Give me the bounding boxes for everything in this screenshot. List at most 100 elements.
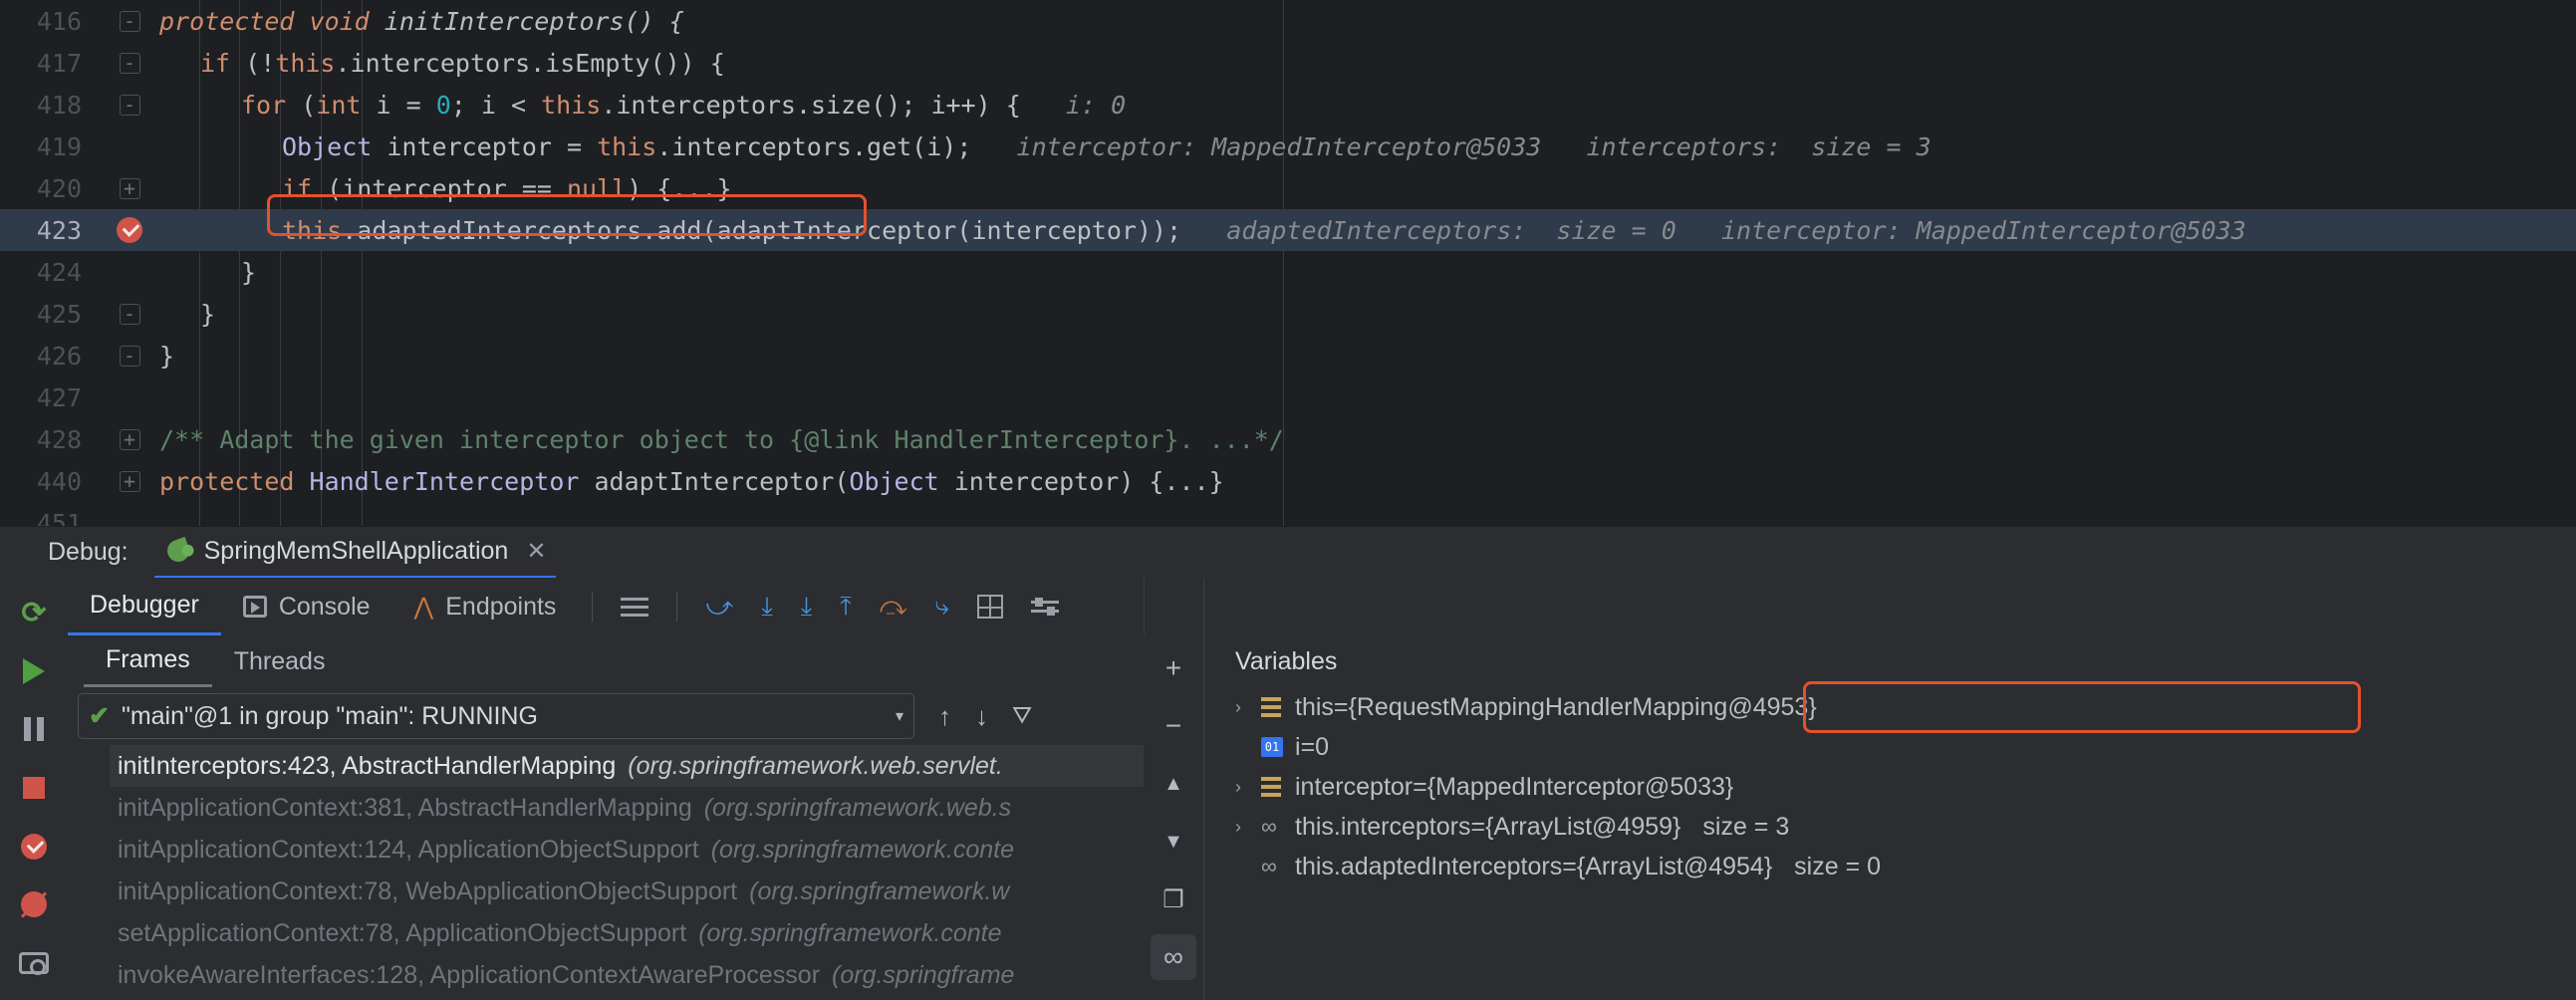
line-number: 428 xyxy=(0,425,100,454)
frame-list-item[interactable]: invokeAwareInterfaces:128, ApplicationCo… xyxy=(110,954,1154,996)
variable-row[interactable]: ›this = {RequestMappingHandlerMapping@49… xyxy=(1205,687,2576,727)
pause-program-button[interactable] xyxy=(11,708,57,751)
fold-icon[interactable]: - xyxy=(100,304,159,325)
frame-down-icon[interactable]: ↓ xyxy=(975,701,988,732)
run-to-cursor-icon[interactable]: ⤷ xyxy=(935,591,950,623)
frame-list-item[interactable]: setApplicationContext:78, ApplicationObj… xyxy=(110,912,1154,954)
step-out-icon[interactable]: ⤒ xyxy=(840,591,852,623)
tab-endpoints-label: Endpoints xyxy=(445,593,556,622)
spring-leaf-icon xyxy=(164,537,192,565)
frame-package: (org.springframework.w xyxy=(749,877,1009,906)
frame-method: initApplicationContext:381, AbstractHand… xyxy=(118,794,692,823)
chevron-down-icon[interactable]: ▾ xyxy=(896,706,903,726)
fold-icon[interactable]: + xyxy=(100,471,159,492)
fold-icon[interactable]: + xyxy=(100,178,159,199)
variable-row[interactable]: ›∞this.interceptors = {ArrayList@4959}si… xyxy=(1205,807,2576,847)
code-line[interactable]: 417-if (!this.interceptors.isEmpty()) { xyxy=(0,42,2576,84)
frame-list-item[interactable]: initApplicationContext:124, ApplicationO… xyxy=(110,829,1154,871)
code-text: if (!this.interceptors.isEmpty()) { xyxy=(159,49,2576,78)
variable-name: this xyxy=(1295,693,1334,722)
variables-list[interactable]: ›this = {RequestMappingHandlerMapping@49… xyxy=(1205,687,2576,886)
thread-running-check-icon: ✔ xyxy=(89,701,110,731)
fold-icon[interactable]: - xyxy=(100,95,159,116)
code-line[interactable]: 419 Object interceptor = this.interceptor… xyxy=(0,125,2576,167)
force-step-into-icon[interactable]: ⤓ xyxy=(801,591,813,623)
fold-icon[interactable]: - xyxy=(100,346,159,367)
move-up-button[interactable]: ▲ xyxy=(1151,761,1196,807)
frame-up-icon[interactable]: ↑ xyxy=(938,701,951,732)
frame-method: initApplicationContext:124, ApplicationO… xyxy=(118,836,699,865)
drop-frame-icon[interactable]: ⤼ xyxy=(880,591,907,623)
panel-divider-right[interactable] xyxy=(1203,578,1204,1000)
variable-name: interceptor xyxy=(1295,773,1413,802)
run-configuration-tab[interactable]: SpringMemShellApplication ✕ xyxy=(154,527,557,579)
chevron-right-icon[interactable]: › xyxy=(1235,697,1261,718)
view-breakpoints-button[interactable] xyxy=(11,825,57,868)
code-line[interactable]: 416-protected void initInterceptors() { xyxy=(0,0,2576,42)
variable-equals: = xyxy=(1301,733,1316,762)
chevron-right-icon[interactable]: › xyxy=(1235,817,1261,838)
fold-icon[interactable]: + xyxy=(100,429,159,450)
tab-endpoints[interactable]: ⋀ Endpoints xyxy=(392,578,579,635)
frame-list-item[interactable]: initInterceptors:423, AbstractHandlerMap… xyxy=(110,745,1154,787)
subtab-threads[interactable]: Threads xyxy=(212,635,348,687)
frame-package: (org.springframework.web.s xyxy=(704,794,1011,823)
line-number: 419 xyxy=(0,132,100,161)
code-line[interactable]: 418-for (int i = 0; i < this.interceptor… xyxy=(0,84,2576,125)
evaluate-expression-icon[interactable] xyxy=(977,595,1003,619)
variable-row[interactable]: ∞this.adaptedInterceptors = {ArrayList@4… xyxy=(1205,847,2576,886)
resume-program-button[interactable] xyxy=(11,650,57,693)
code-line[interactable]: 425-} xyxy=(0,293,2576,335)
layout-menu-icon[interactable] xyxy=(621,598,648,617)
structure-tool-stripe[interactable]: ructure xyxy=(0,880,30,1000)
watches-toggle-button[interactable]: ∞ xyxy=(1151,934,1196,980)
code-text: } xyxy=(159,300,2576,329)
add-watch-button[interactable]: + xyxy=(1151,645,1196,691)
variable-row[interactable]: 01i = 0 xyxy=(1205,727,2576,767)
tab-debugger[interactable]: Debugger xyxy=(68,578,221,635)
stop-button[interactable] xyxy=(11,767,57,810)
code-line[interactable]: 440+protected HandlerInterceptor adaptIn… xyxy=(0,460,2576,502)
step-into-icon[interactable]: ⤓ xyxy=(761,591,773,623)
filter-icon[interactable]: ⛛ xyxy=(1012,702,1032,730)
copy-button[interactable]: ❐ xyxy=(1151,876,1196,922)
chevron-right-icon[interactable]: › xyxy=(1235,777,1261,798)
code-line[interactable]: 427 xyxy=(0,376,2576,418)
variable-size: size = 0 xyxy=(1794,853,1881,881)
settings-sliders-icon[interactable] xyxy=(1031,601,1059,613)
code-line[interactable]: 424} xyxy=(0,251,2576,293)
tab-console-label: Console xyxy=(279,593,371,622)
rerun-button[interactable]: ⟳ xyxy=(11,592,57,634)
close-icon[interactable]: ✕ xyxy=(526,537,546,566)
primitive-icon: 01 xyxy=(1261,737,1295,757)
step-over-icon[interactable]: ⤻ xyxy=(705,591,733,623)
field-icon xyxy=(1261,777,1295,797)
frame-method: setApplicationContext:78, ApplicationObj… xyxy=(118,919,686,948)
thread-selector[interactable]: ✔ "main"@1 in group "main": RUNNING ▾ xyxy=(78,693,914,739)
code-line[interactable]: 420+if (interceptor == null) {...} xyxy=(0,167,2576,209)
frame-list-item[interactable]: initApplicationContext:381, AbstractHand… xyxy=(110,787,1154,829)
code-line[interactable]: 428+/** Adapt the given interceptor obje… xyxy=(0,418,2576,460)
variable-equals: = xyxy=(1334,693,1349,722)
code-line[interactable]: 451 xyxy=(0,502,2576,526)
remove-watch-button[interactable]: − xyxy=(1151,703,1196,749)
code-editor[interactable]: 416-protected void initInterceptors() {4… xyxy=(0,0,2576,526)
code-text: /** Adapt the given interceptor object t… xyxy=(159,425,2576,454)
code-line[interactable]: 423this.adaptedInterceptors.add(adaptInt… xyxy=(0,209,2576,251)
tab-console[interactable]: Console xyxy=(221,578,392,635)
frames-list[interactable]: initInterceptors:423, AbstractHandlerMap… xyxy=(110,745,1154,996)
frame-list-item[interactable]: initApplicationContext:78, WebApplicatio… xyxy=(110,871,1154,912)
fold-icon[interactable]: - xyxy=(100,11,159,32)
line-number: 416 xyxy=(0,7,100,36)
variable-row[interactable]: ›interceptor = {MappedInterceptor@5033} xyxy=(1205,767,2576,807)
subtab-frames[interactable]: Frames xyxy=(84,635,212,687)
move-down-button[interactable]: ▼ xyxy=(1151,819,1196,865)
breakpoint-icon[interactable] xyxy=(100,217,159,243)
code-text: Object interceptor = this.interceptors.g… xyxy=(159,132,2576,161)
thread-selector-value: "main"@1 in group "main": RUNNING xyxy=(122,702,896,731)
endpoints-icon: ⋀ xyxy=(414,593,434,622)
subtab-threads-label: Threads xyxy=(234,647,326,676)
code-line[interactable]: 426-} xyxy=(0,335,2576,376)
ide-window: 416-protected void initInterceptors() {4… xyxy=(0,0,2576,1000)
fold-icon[interactable]: - xyxy=(100,53,159,74)
